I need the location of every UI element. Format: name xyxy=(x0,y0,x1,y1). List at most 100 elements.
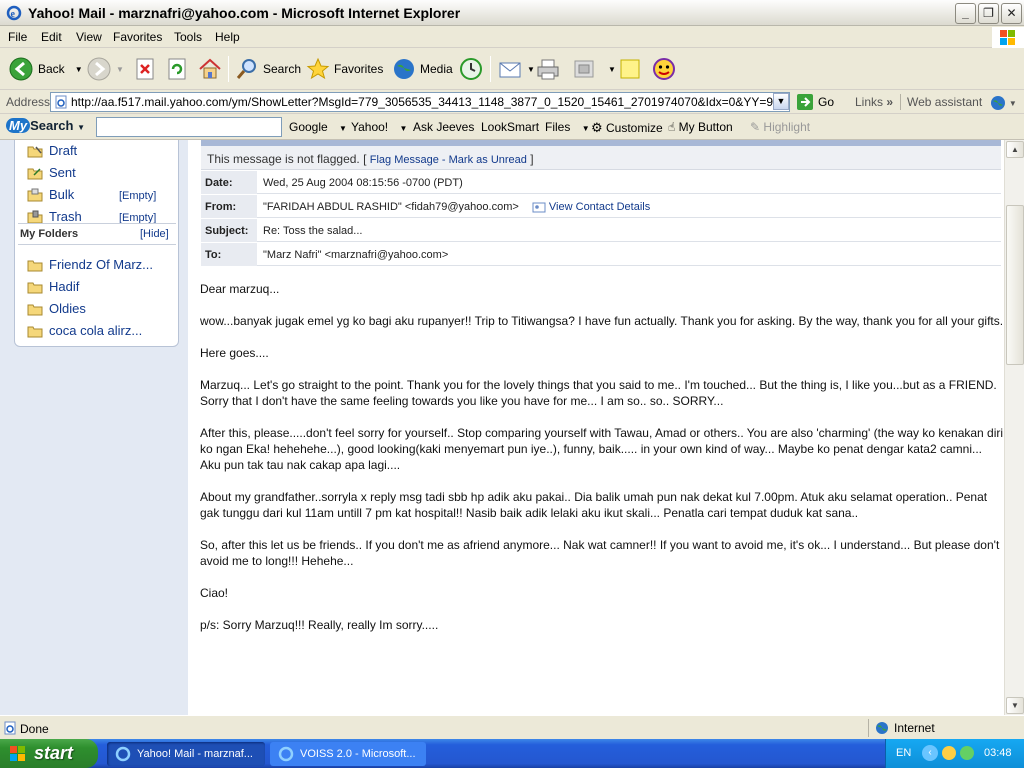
edit-dropdown-icon[interactable]: ▼ xyxy=(608,65,616,74)
history-icon xyxy=(460,58,482,80)
back-dropdown-icon[interactable]: ▼ xyxy=(75,65,83,74)
highlight-button[interactable]: ✎ Highlight xyxy=(750,120,810,134)
folder-bulk[interactable]: Bulk xyxy=(27,187,74,202)
forward-button[interactable]: ▼ xyxy=(86,55,124,83)
flag-message-link[interactable]: Flag Message xyxy=(370,154,439,166)
subject-label: Subject: xyxy=(201,219,257,242)
tray-expand-icon[interactable]: ‹ xyxy=(922,745,938,761)
folder-user-label: Friendz Of Marz... xyxy=(49,257,154,272)
back-button[interactable]: Back ▼ xyxy=(8,55,83,83)
folder-sent-label: Sent xyxy=(49,165,76,180)
folder-draft[interactable]: Draft xyxy=(27,143,77,158)
folder-user[interactable]: Hadif xyxy=(27,279,79,294)
looksmart-button[interactable]: LookSmart xyxy=(481,120,539,134)
menu-view[interactable]: View xyxy=(76,30,102,44)
scroll-up-icon[interactable]: ▲ xyxy=(1006,141,1024,158)
mark-unread-link[interactable]: Mark as Unread xyxy=(449,154,527,166)
media-globe-icon xyxy=(394,59,414,79)
stop-button[interactable] xyxy=(135,55,157,83)
web-assistant-button[interactable]: Web assistant ▼ xyxy=(907,95,1017,111)
taskbar-item-voiss[interactable]: VOISS 2.0 - Microsoft... xyxy=(270,742,426,766)
language-indicator[interactable]: EN xyxy=(896,747,911,759)
globe-icon xyxy=(990,96,1005,110)
my-button[interactable]: ☝ My Button xyxy=(668,120,733,134)
mysearch-logo-search: Search xyxy=(30,118,74,133)
folder-sidebar: Draft Sent Bulk [Empty] Trash [Empty] My… xyxy=(0,140,188,715)
google-dropdown-icon[interactable]: ▼ xyxy=(339,124,347,133)
notes-button[interactable] xyxy=(618,55,642,83)
from-address: "FARIDAH ABDUL RASHID" <fidah79@yahoo.co… xyxy=(263,201,519,213)
tray-tools-icon[interactable] xyxy=(942,746,956,760)
taskbar-item-yahoo-mail[interactable]: Yahoo! Mail - marznaf... xyxy=(107,742,265,766)
windows-flag-icon xyxy=(10,745,25,761)
svg-text:e: e xyxy=(11,9,16,20)
mail-dropdown-icon[interactable]: ▼ xyxy=(527,65,535,74)
mysearch-toolbar: My Search ▼ Google ▼ Yahoo! ▼ Ask Jeeves … xyxy=(0,114,1024,140)
links-label: Links xyxy=(855,95,884,109)
yahoo-button[interactable]: Yahoo! ▼ xyxy=(351,120,407,134)
status-text: Done xyxy=(20,722,49,736)
page-content: Draft Sent Bulk [Empty] Trash [Empty] My… xyxy=(0,140,1024,715)
go-arrow-icon xyxy=(797,94,813,110)
hide-folders-link[interactable]: [Hide] xyxy=(140,228,169,240)
maximize-button[interactable]: ❐ xyxy=(978,3,999,24)
mysearch-dropdown-icon[interactable]: ▼ xyxy=(77,123,85,132)
header-from-row: From: "FARIDAH ABDUL RASHID" <fidah79@ya… xyxy=(201,195,1001,218)
vertical-scrollbar[interactable]: ▲ ▼ xyxy=(1004,140,1024,715)
address-input[interactable]: http://aa.f517.mail.yahoo.com/ym/ShowLet… xyxy=(50,92,790,112)
menu-tools[interactable]: Tools xyxy=(174,30,202,44)
print-button[interactable] xyxy=(535,55,561,83)
edit-button[interactable]: ▼ xyxy=(572,55,616,83)
mysearch-logo[interactable]: My Search ▼ xyxy=(6,118,85,133)
history-button[interactable] xyxy=(458,55,484,83)
mail-button[interactable]: ▼ xyxy=(497,55,535,83)
links-toolbar[interactable]: Links » xyxy=(855,95,893,109)
web-assistant-dropdown-icon[interactable]: ▼ xyxy=(1009,99,1017,108)
customize-button[interactable]: ⚙ Customize xyxy=(591,120,663,136)
folder-user[interactable]: Friendz Of Marz... xyxy=(27,257,153,272)
yahoo-dropdown-icon[interactable]: ▼ xyxy=(400,124,408,133)
body-paragraph: After this, please.....don't feel sorry … xyxy=(200,426,1004,472)
home-button[interactable] xyxy=(198,55,222,83)
messenger-button[interactable] xyxy=(651,55,677,83)
menu-file[interactable]: File xyxy=(8,30,27,44)
view-contact-link[interactable]: View Contact Details xyxy=(532,201,650,213)
close-button[interactable]: ✕ xyxy=(1001,3,1022,24)
date-value: Wed, 25 Aug 2004 08:15:56 -0700 (PDT) xyxy=(263,177,463,189)
media-button[interactable]: Media xyxy=(392,55,453,83)
search-button[interactable]: Search xyxy=(235,55,301,83)
start-button[interactable]: start xyxy=(0,739,98,768)
menu-favorites[interactable]: Favorites xyxy=(113,30,162,44)
address-dropdown-icon[interactable]: ▼ xyxy=(773,93,789,110)
tray-network-icon[interactable] xyxy=(960,746,974,760)
folder-trash[interactable]: Trash xyxy=(27,209,82,224)
folder-user[interactable]: Oldies xyxy=(27,301,86,316)
files-dropdown-icon[interactable]: ▼ xyxy=(582,124,590,133)
files-button[interactable]: Files ▼ xyxy=(545,120,590,134)
empty-bulk-link[interactable]: [Empty] xyxy=(119,190,156,202)
task-label: VOISS 2.0 - Microsoft... xyxy=(300,748,416,760)
my-folders-heading: My Folders xyxy=(20,228,79,240)
body-paragraph: Marzuq... Let's go straight to the point… xyxy=(200,378,997,408)
forward-dropdown-icon[interactable]: ▼ xyxy=(116,65,124,74)
scroll-down-icon[interactable]: ▼ xyxy=(1006,697,1024,714)
go-button[interactable]: Go xyxy=(796,93,834,111)
refresh-button[interactable] xyxy=(167,55,189,83)
menu-edit[interactable]: Edit xyxy=(41,30,62,44)
page-icon xyxy=(55,95,67,109)
minimize-button[interactable]: _ xyxy=(955,3,976,24)
folder-sent[interactable]: Sent xyxy=(27,165,76,180)
favorites-button[interactable]: Favorites xyxy=(306,55,383,83)
folder-user[interactable]: coca cola alirz... xyxy=(27,323,142,338)
home-icon xyxy=(199,58,221,79)
menu-help[interactable]: Help xyxy=(215,30,240,44)
ask-jeeves-button[interactable]: Ask Jeeves xyxy=(413,120,474,134)
title-bar[interactable]: e Yahoo! Mail - marznafri@yahoo.com - Mi… xyxy=(0,0,1024,26)
folder-icon xyxy=(27,326,43,337)
google-button[interactable]: Google ▼ xyxy=(289,120,347,134)
header-date-row: Date: Wed, 25 Aug 2004 08:15:56 -0700 (P… xyxy=(201,171,1001,194)
scroll-thumb[interactable] xyxy=(1006,205,1024,365)
sticky-note-icon xyxy=(620,59,640,79)
mysearch-input[interactable] xyxy=(96,117,282,137)
search-label: Search xyxy=(263,62,302,76)
